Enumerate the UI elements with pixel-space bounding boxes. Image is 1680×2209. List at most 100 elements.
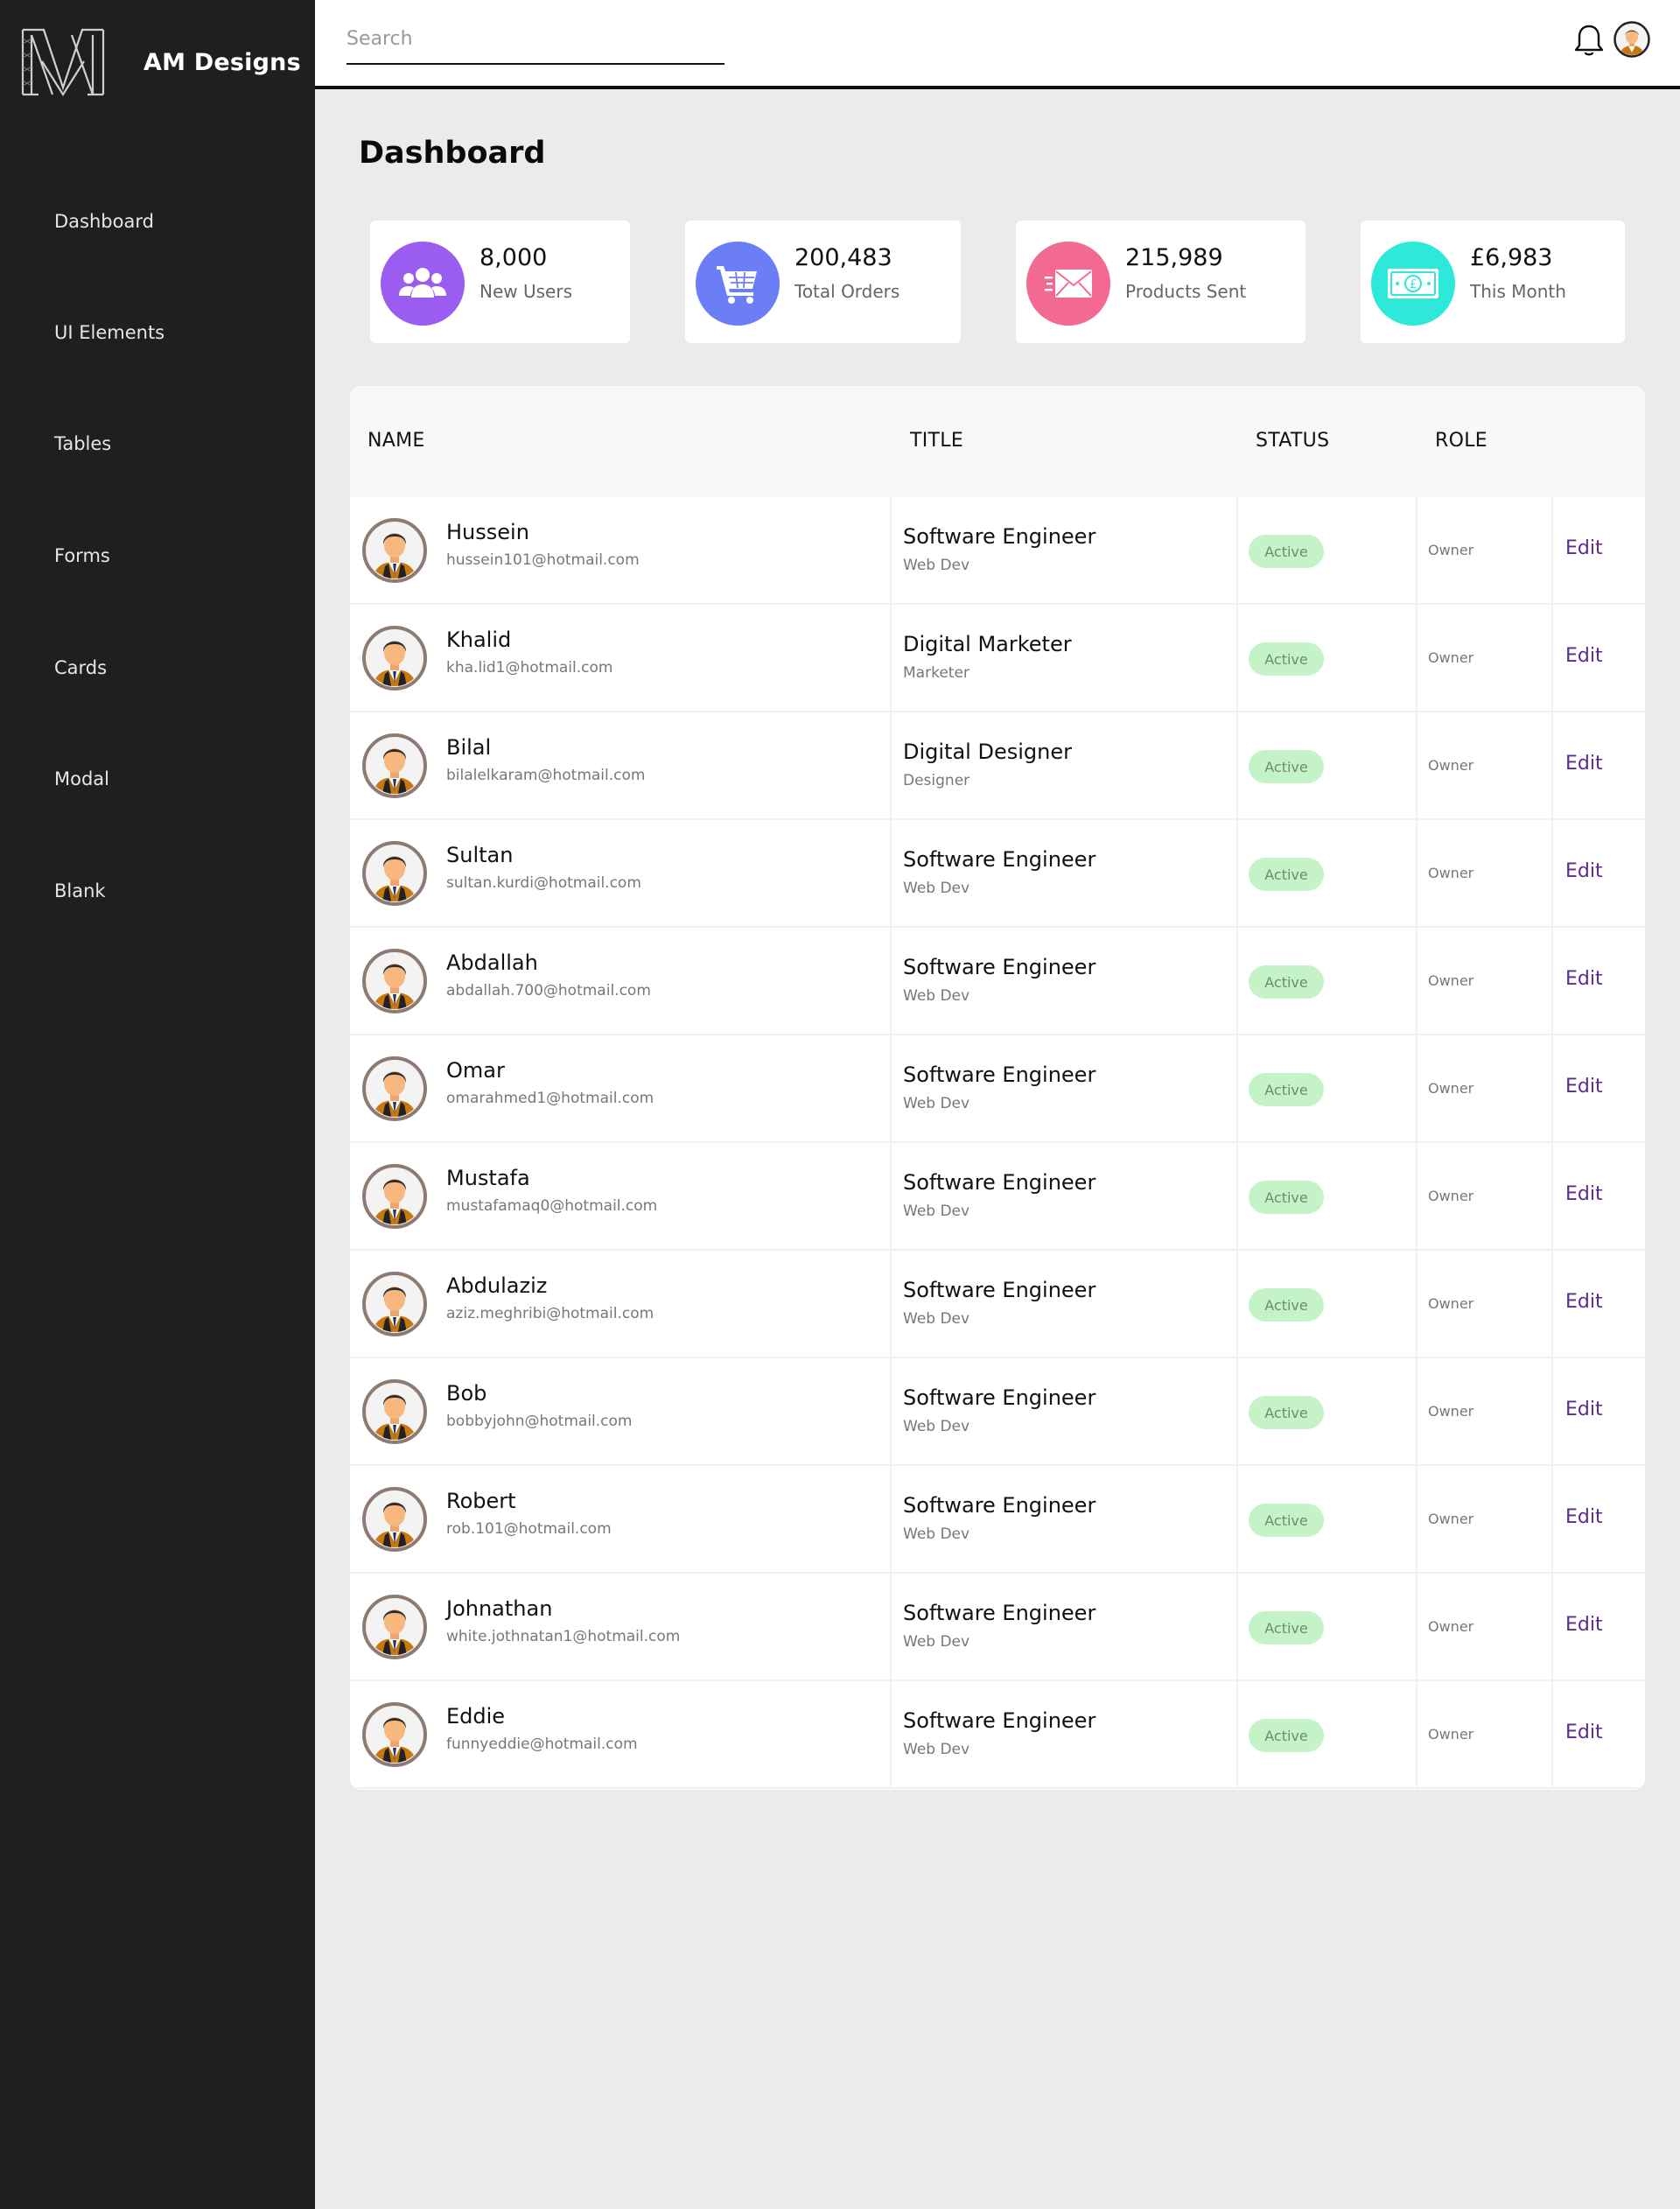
user-role: Owner: [1428, 1511, 1474, 1527]
column-divider: [1551, 1681, 1553, 1789]
user-email: aziz.meghribi@hotmail.com: [446, 1305, 654, 1322]
edit-link[interactable]: Edit: [1565, 1722, 1603, 1743]
column-divider: [1551, 712, 1553, 820]
sidebar-item-ui-elements[interactable]: UI Elements: [54, 322, 164, 343]
sidebar-item-tables[interactable]: Tables: [54, 433, 111, 454]
table-row: Omar omarahmed1@hotmail.com Software Engin…: [350, 1035, 1645, 1143]
user-name: Robert: [446, 1489, 516, 1513]
svg-text:£: £: [1410, 278, 1417, 291]
edit-link[interactable]: Edit: [1565, 753, 1603, 775]
sidebar-item-blank[interactable]: Blank: [54, 880, 106, 901]
stat-card-this-month: £ £6,983 This Month: [1361, 221, 1625, 343]
column-header-role[interactable]: ROLE: [1435, 430, 1488, 452]
users-table: NAME TITLE STATUS ROLE Hussein hussein101…: [350, 386, 1645, 1790]
user-email: abdallah.700@hotmail.com: [446, 982, 651, 999]
edit-link[interactable]: Edit: [1565, 645, 1603, 667]
table-row: Sultan sultan.kurdi@hotmail.com Software E…: [350, 820, 1645, 928]
users-icon: [381, 242, 465, 326]
job-department: Web Dev: [903, 1525, 970, 1543]
job-title: Digital Marketer: [903, 632, 1072, 656]
status-badge: Active: [1249, 1396, 1324, 1429]
job-department: Web Dev: [903, 1418, 970, 1435]
user-name: Hussein: [446, 520, 529, 544]
user-avatar[interactable]: [1614, 21, 1650, 58]
column-header-title[interactable]: TITLE: [910, 430, 963, 452]
column-divider: [1416, 1681, 1418, 1789]
status-badge: Active: [1249, 1719, 1324, 1752]
sidebar-item-cards[interactable]: Cards: [54, 657, 107, 678]
brand[interactable]: AM Designs: [18, 26, 301, 98]
column-divider: [1236, 605, 1238, 712]
user-role: Owner: [1428, 1295, 1474, 1312]
table-row: Hussein hussein101@hotmail.com Software En…: [350, 497, 1645, 605]
column-divider: [890, 1251, 892, 1358]
avatar: [362, 1595, 427, 1659]
job-title: Software Engineer: [903, 524, 1096, 549]
user-name: Omar: [446, 1058, 505, 1083]
edit-link[interactable]: Edit: [1565, 968, 1603, 990]
job-title: Software Engineer: [903, 1385, 1096, 1410]
user-name: Abdallah: [446, 950, 538, 975]
column-divider: [890, 1035, 892, 1143]
user-role: Owner: [1428, 1080, 1474, 1097]
column-divider: [1416, 928, 1418, 1035]
sidebar-item-modal[interactable]: Modal: [54, 768, 109, 789]
column-divider: [1551, 1035, 1553, 1143]
avatar: [362, 1272, 427, 1336]
sidebar-item-forms[interactable]: Forms: [54, 545, 110, 566]
job-department: Web Dev: [903, 1203, 970, 1220]
edit-link[interactable]: Edit: [1565, 860, 1603, 882]
column-divider: [1416, 1358, 1418, 1466]
column-divider: [1416, 820, 1418, 928]
stat-value: £6,983: [1470, 244, 1553, 271]
avatar: [362, 1702, 427, 1767]
user-role: Owner: [1428, 1188, 1474, 1204]
status-badge: Active: [1249, 642, 1324, 676]
column-divider: [1551, 1466, 1553, 1574]
column-header-name[interactable]: NAME: [368, 430, 425, 452]
table-row: Bob bobbyjohn@hotmail.com Software Enginee…: [350, 1358, 1645, 1466]
user-email: mustafamaq0@hotmail.com: [446, 1197, 658, 1215]
column-divider: [1551, 605, 1553, 712]
edit-link[interactable]: Edit: [1565, 1076, 1603, 1097]
column-divider: [890, 820, 892, 928]
column-divider: [1416, 1574, 1418, 1681]
avatar: [362, 733, 427, 798]
column-divider: [1416, 605, 1418, 712]
stat-label: Total Orders: [794, 281, 900, 302]
search-input[interactable]: [346, 19, 724, 65]
column-divider: [1416, 1466, 1418, 1574]
sidebar-item-dashboard[interactable]: Dashboard: [54, 211, 154, 232]
job-title: Software Engineer: [903, 1278, 1096, 1302]
user-role: Owner: [1428, 1403, 1474, 1420]
avatar: [362, 1164, 427, 1229]
edit-link[interactable]: Edit: [1565, 1506, 1603, 1528]
user-name: Khalid: [446, 628, 512, 652]
job-title: Software Engineer: [903, 1170, 1096, 1195]
brand-name: AM Designs: [144, 48, 301, 76]
column-divider: [890, 928, 892, 1035]
top-bar: [315, 0, 1680, 89]
edit-link[interactable]: Edit: [1565, 537, 1603, 559]
column-divider: [890, 605, 892, 712]
column-divider: [1236, 1358, 1238, 1466]
column-divider: [1236, 1466, 1238, 1574]
edit-link[interactable]: Edit: [1565, 1399, 1603, 1420]
table-row: Abdallah abdallah.700@hotmail.com Software…: [350, 928, 1645, 1035]
edit-link[interactable]: Edit: [1565, 1183, 1603, 1205]
status-badge: Active: [1249, 1181, 1324, 1214]
column-divider: [1551, 1251, 1553, 1358]
user-role: Owner: [1428, 542, 1474, 558]
job-title: Software Engineer: [903, 955, 1096, 979]
edit-link[interactable]: Edit: [1565, 1291, 1603, 1313]
stat-card-total-orders: 200,483 Total Orders: [685, 221, 961, 343]
user-role: Owner: [1428, 757, 1474, 774]
column-header-status[interactable]: STATUS: [1256, 430, 1329, 452]
edit-link[interactable]: Edit: [1565, 1614, 1603, 1636]
column-divider: [890, 1466, 892, 1574]
mail-icon: [1026, 242, 1110, 326]
job-department: Web Dev: [903, 1741, 970, 1758]
user-email: bobbyjohn@hotmail.com: [446, 1413, 633, 1430]
status-badge: Active: [1249, 1288, 1324, 1322]
bell-icon[interactable]: [1573, 23, 1605, 58]
